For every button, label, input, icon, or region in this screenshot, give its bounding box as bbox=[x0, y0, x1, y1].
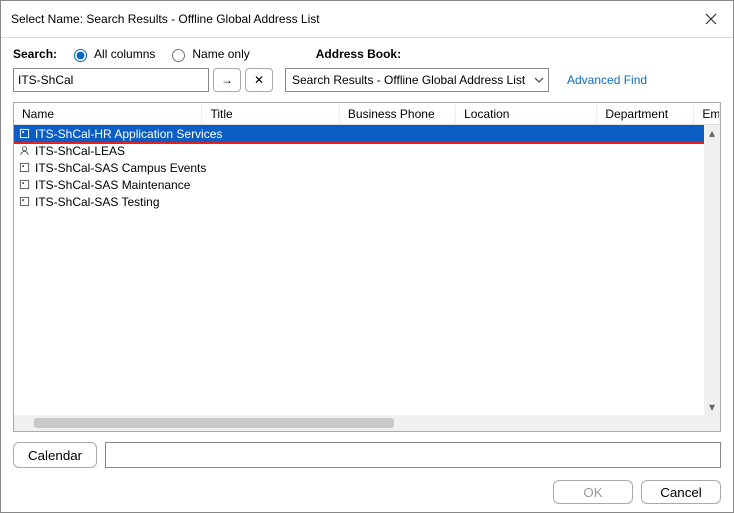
col-header-phone[interactable]: Business Phone bbox=[340, 104, 456, 124]
mailbox-icon bbox=[18, 127, 31, 140]
col-header-title[interactable]: Title bbox=[202, 104, 339, 124]
dialog-window: Select Name: Search Results - Offline Gl… bbox=[0, 0, 734, 513]
dialog-body: Search: All columns Name only Address Bo… bbox=[1, 38, 733, 512]
address-book-label: Address Book: bbox=[316, 47, 401, 61]
vertical-scrollbar[interactable]: ▴ ▾ bbox=[704, 125, 720, 415]
search-row-inputs: → ✕ Search Results - Offline Global Addr… bbox=[13, 68, 721, 92]
row-name: ITS-ShCal-SAS Campus Events bbox=[35, 161, 206, 175]
row-name: ITS-ShCal-HR Application Services bbox=[35, 127, 222, 141]
radio-name-only[interactable]: Name only bbox=[167, 46, 249, 62]
grid-body: ITS-ShCal-HR Application ServicesITS-ShC… bbox=[14, 125, 720, 415]
radio-name-only-input[interactable] bbox=[172, 49, 185, 62]
person-icon bbox=[18, 144, 31, 157]
mailbox-icon bbox=[18, 161, 31, 174]
mailbox-icon bbox=[18, 195, 31, 208]
mailbox-icon bbox=[18, 178, 31, 191]
dialog-buttons: OK Cancel bbox=[13, 480, 721, 504]
radio-all-columns[interactable]: All columns bbox=[69, 46, 155, 62]
horizontal-scrollbar[interactable] bbox=[14, 415, 720, 431]
col-header-email[interactable]: Email bbox=[694, 104, 720, 124]
close-icon bbox=[705, 13, 717, 25]
hscroll-thumb[interactable] bbox=[34, 418, 394, 428]
titlebar: Select Name: Search Results - Offline Gl… bbox=[1, 1, 733, 38]
ok-button[interactable]: OK bbox=[553, 480, 633, 504]
window-title: Select Name: Search Results - Offline Gl… bbox=[11, 12, 320, 26]
col-header-location[interactable]: Location bbox=[456, 104, 597, 124]
close-button[interactable] bbox=[699, 7, 723, 31]
table-row[interactable]: ITS-ShCal-HR Application Services bbox=[14, 125, 720, 142]
row-name: ITS-ShCal-LEAS bbox=[35, 144, 125, 158]
scroll-down-icon[interactable]: ▾ bbox=[704, 399, 720, 415]
recipient-input[interactable] bbox=[105, 442, 721, 468]
radio-all-columns-label: All columns bbox=[94, 47, 155, 61]
radio-name-only-label: Name only bbox=[192, 47, 249, 61]
address-book-selected-text: Search Results - Offline Global Address … bbox=[292, 73, 534, 87]
grid-header: Name Title Business Phone Location Depar… bbox=[14, 103, 720, 125]
recipient-row: Calendar bbox=[13, 442, 721, 468]
row-name: ITS-ShCal-SAS Testing bbox=[35, 195, 160, 209]
results-grid: Name Title Business Phone Location Depar… bbox=[13, 102, 721, 432]
table-row[interactable]: ITS-ShCal-LEASn bbox=[14, 142, 720, 159]
search-input[interactable] bbox=[13, 68, 209, 92]
clear-button[interactable]: ✕ bbox=[245, 68, 273, 92]
address-book-select[interactable]: Search Results - Offline Global Address … bbox=[285, 68, 549, 92]
col-header-name[interactable]: Name bbox=[14, 104, 202, 124]
scroll-up-icon[interactable]: ▴ bbox=[704, 125, 720, 141]
table-row[interactable]: ITS-ShCal-SAS Campus Eventsn bbox=[14, 159, 720, 176]
go-arrow-icon: → bbox=[221, 73, 233, 87]
cancel-button[interactable]: Cancel bbox=[641, 480, 721, 504]
radio-all-columns-input[interactable] bbox=[74, 49, 87, 62]
advanced-find-link[interactable]: Advanced Find bbox=[567, 73, 647, 87]
row-name: ITS-ShCal-SAS Maintenance bbox=[35, 178, 190, 192]
clear-x-icon: ✕ bbox=[254, 73, 264, 87]
search-label: Search: bbox=[13, 47, 57, 61]
calendar-button[interactable]: Calendar bbox=[13, 442, 97, 468]
go-button[interactable]: → bbox=[213, 68, 241, 92]
chevron-down-icon bbox=[534, 75, 544, 85]
search-row-labels: Search: All columns Name only Address Bo… bbox=[13, 46, 721, 62]
table-row[interactable]: ITS-ShCal-SAS Maintenancen bbox=[14, 176, 720, 193]
table-row[interactable]: ITS-ShCal-SAS Testingn bbox=[14, 193, 720, 210]
col-header-department[interactable]: Department bbox=[597, 104, 694, 124]
